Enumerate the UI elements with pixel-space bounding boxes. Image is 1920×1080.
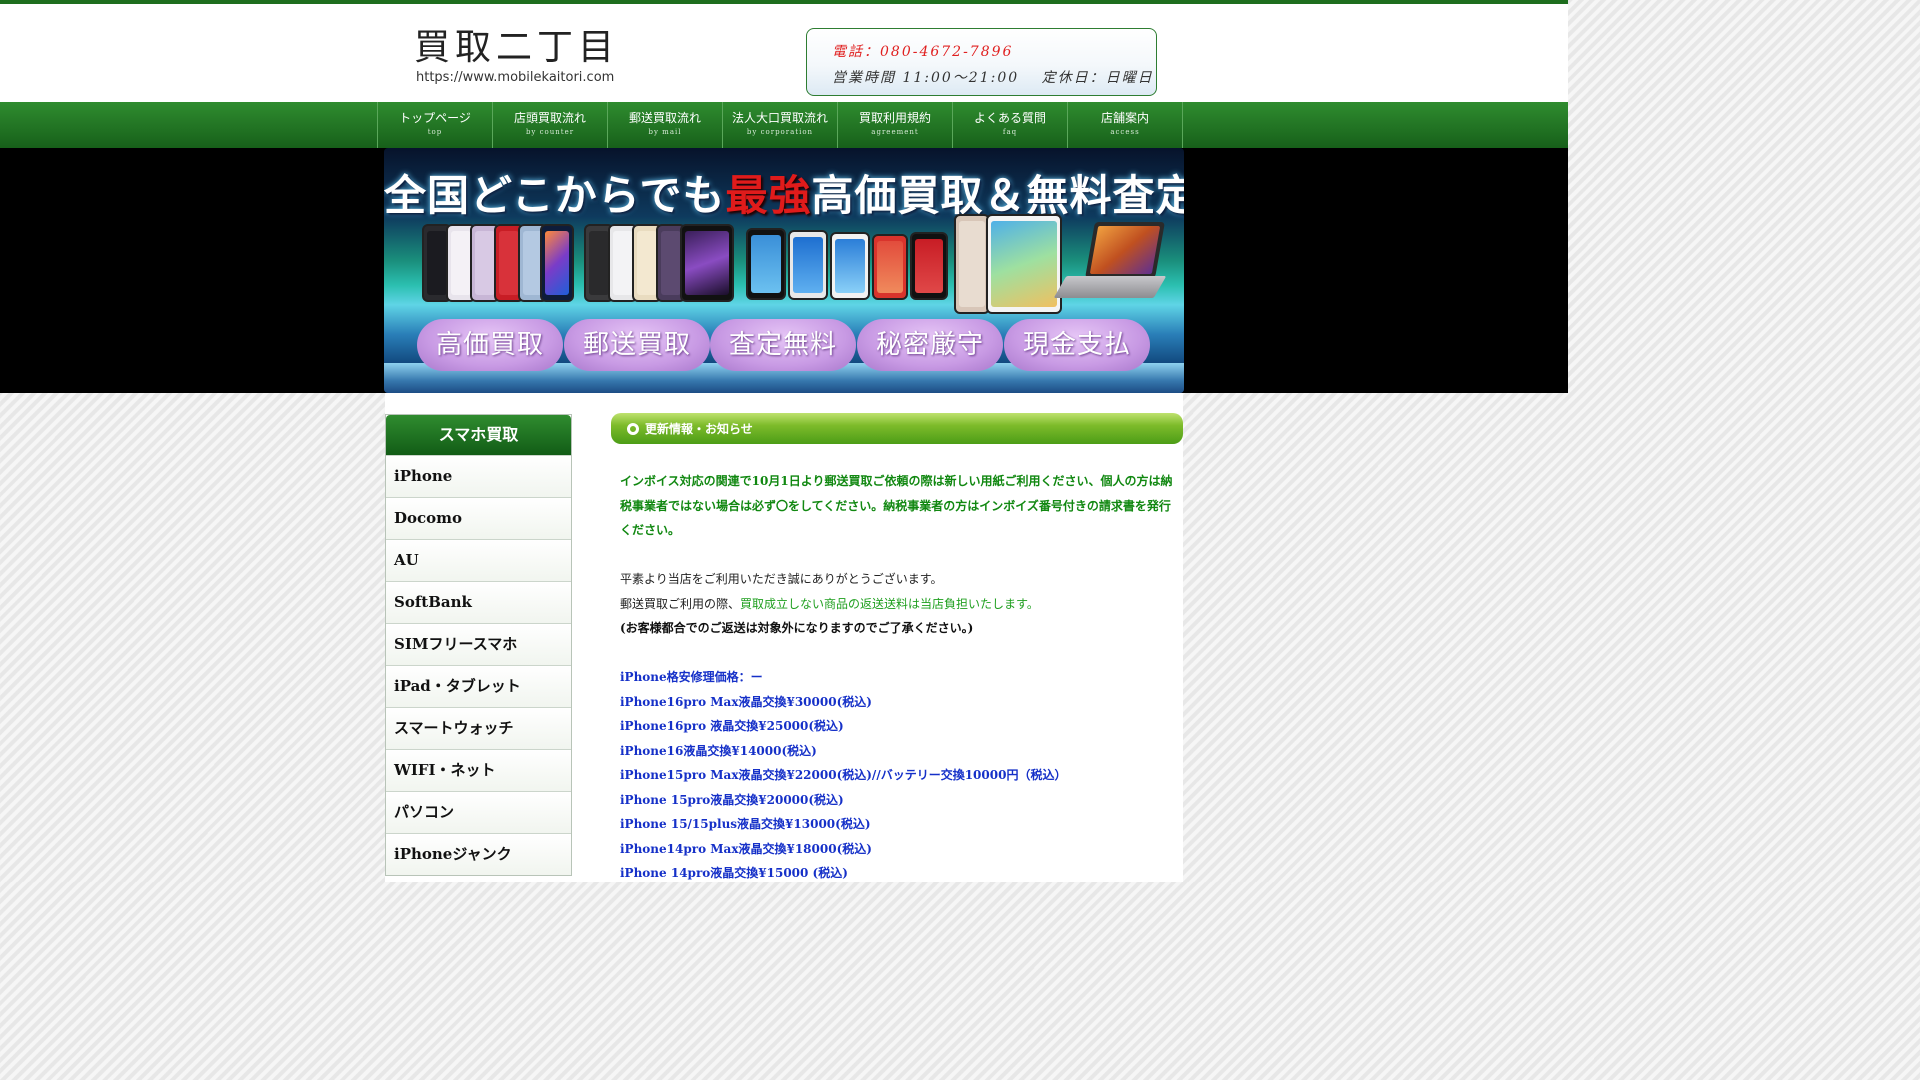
phone-image [540, 224, 574, 302]
banner-headline-highlight: 最強 [725, 171, 812, 220]
nav-item-faq[interactable]: よくある質問 faq [953, 102, 1068, 148]
tablet-image [986, 214, 1062, 314]
sidebar-item-wifi-net[interactable]: WIFI・ネット [386, 749, 571, 791]
main-navigation: トップページ top 店頭買取流れ by counter 郵送買取流れ by m… [0, 102, 1568, 148]
news-body: インボイス対応の関連で10月1日より郵送買取ご依頼の際は新しい用紙ご利用ください… [620, 469, 1175, 886]
circle-bullet-icon [627, 423, 639, 435]
news-title: 更新情報・お知らせ [645, 422, 753, 436]
sidebar-item-au[interactable]: AU [386, 539, 571, 581]
contact-box: 電話：080-4672-7896 営業時間 11:00～21:00 定休日：日曜… [806, 28, 1157, 96]
news-header: 更新情報・お知らせ [611, 413, 1183, 444]
phone-image [872, 234, 908, 300]
nav-item-access[interactable]: 店舗案内 access [1068, 102, 1183, 148]
repair-price-title: iPhone格安修理価格：ー [620, 670, 763, 684]
repair-price-item: iPhone 14pro液晶交換¥15000 (税込) [620, 866, 848, 880]
sidebar-category-menu: スマホ買取 iPhone Docomo AU SoftBank SIMフリースマ… [385, 414, 572, 876]
tablet-image [954, 214, 990, 314]
badge-free-appraisal: 査定無料 [710, 319, 856, 371]
nav-menu: トップページ top 店頭買取流れ by counter 郵送買取流れ by m… [377, 102, 1190, 148]
business-hours: 営業時間 11:00～21:00 定休日：日曜日 [832, 70, 1154, 86]
nav-sublabel: access [1110, 128, 1140, 136]
phone-image [910, 232, 948, 300]
sidebar-item-pc[interactable]: パソコン [386, 791, 571, 833]
sidebar-item-iphone[interactable]: iPhone [386, 455, 571, 497]
nav-label: よくある質問 [973, 111, 1046, 125]
site-logo[interactable]: 買取二丁目 https://www.mobilekaitori.com [414, 28, 614, 88]
nav-item-top[interactable]: トップページ top [378, 102, 493, 148]
repair-price-item: iPhone16pro 液晶交換¥25000(税込) [620, 719, 844, 733]
nav-sublabel: agreement [871, 128, 919, 136]
banner-headline-pre: 全国どこからでも [384, 171, 726, 220]
nav-item-agreement[interactable]: 買取利用規約 agreement [838, 102, 953, 148]
repair-price-item: iPhone 15pro液晶交換¥20000(税込) [620, 792, 844, 807]
mail-notice: 郵送買取ご利用の際、買取成立しない商品の返送送料は当店負担いたします。 [620, 592, 1175, 617]
sidebar-item-docomo[interactable]: Docomo [386, 497, 571, 539]
phone-image [746, 228, 786, 300]
banner-headline-post: 高価買取＆無料査定 [811, 171, 1185, 220]
nav-label: トップページ [399, 111, 471, 125]
badge-high-price: 高価買取 [417, 319, 563, 371]
sidebar-item-ipad-tablet[interactable]: iPad・タブレット [386, 665, 571, 707]
badge-confidential: 秘密厳守 [857, 319, 1003, 371]
nav-sublabel: faq [1002, 128, 1018, 136]
nav-item-mail[interactable]: 郵送買取流れ by mail [608, 102, 723, 148]
nav-item-counter[interactable]: 店頭買取流れ by counter [493, 102, 608, 148]
repair-price-item: iPhone16液晶交換¥14000(税込) [620, 743, 817, 758]
sidebar-item-softbank[interactable]: SoftBank [386, 581, 571, 623]
nav-item-corporation[interactable]: 法人大口買取流れ by corporation [723, 102, 838, 148]
sidebar-item-iphone-junk[interactable]: iPhoneジャンク [386, 833, 571, 875]
repair-price-item: iPhone 15/15plus液晶交換¥13000(税込) [620, 817, 871, 831]
repair-price-item: iPhone16pro Max液晶交換¥30000(税込) [620, 694, 872, 709]
repair-price-item: iPhone15pro Max液晶交換¥22000(税込)//バッテリー交換10… [620, 768, 1067, 782]
nav-sublabel: by counter [525, 128, 575, 136]
phone-image [788, 230, 828, 300]
badge-cash-payment: 現金支払 [1004, 319, 1150, 371]
nav-label: 店舗案内 [1100, 111, 1149, 125]
nav-sublabel: top [427, 128, 443, 136]
phone-image [680, 224, 734, 302]
mail-notice-highlight: 買取成立しない商品の返送送料は当店負担いたします。 [740, 596, 1039, 611]
laptop-image [1053, 222, 1170, 308]
nav-label: 買取利用規約 [858, 111, 931, 125]
sidebar-title: スマホ買取 [386, 415, 571, 455]
return-exception-note: (お客様都合でのご返送は対象外になりますのでご了承ください。) [620, 621, 974, 635]
banner-headline: 全国どこからでも最強高価買取＆無料査定 [384, 162, 1184, 223]
sidebar-item-sim-free[interactable]: SIMフリースマホ [386, 623, 571, 665]
repair-price-item: iPhone14pro Max液晶交換¥18000(税込) [620, 841, 872, 856]
nav-label: 店頭買取流れ [513, 111, 586, 125]
badge-mail-buyback: 郵送買取 [564, 319, 710, 371]
nav-label: 郵送買取流れ [628, 111, 701, 125]
hero-banner: 全国どこからでも最強高価買取＆無料査定 高価買取 郵送買取 査定無料 秘密厳守 … [384, 148, 1184, 393]
thanks-text: 平素より当店をご利用いただき誠にありがとうございます。 [620, 572, 943, 586]
phone-number[interactable]: 電話：080-4672-7896 [832, 41, 1013, 61]
nav-label: 法人大口買取流れ [731, 111, 828, 125]
nav-sublabel: by corporation [746, 128, 814, 136]
logo-url: https://www.mobilekaitori.com [416, 70, 615, 85]
nav-sublabel: by mail [648, 128, 682, 136]
mail-notice-prefix: 郵送買取ご利用の際、 [620, 596, 741, 611]
invoice-notice: インボイス対応の関連で10月1日より郵送買取ご依頼の際は新しい用紙ご利用ください… [620, 474, 1173, 537]
feature-badges: 高価買取 郵送買取 査定無料 秘密厳守 現金支払 [417, 319, 1157, 371]
sidebar-item-smartwatch[interactable]: スマートウォッチ [386, 707, 571, 749]
logo-title: 買取二丁目 [414, 27, 620, 68]
phone-image [830, 232, 870, 300]
site-header: 買取二丁目 https://www.mobilekaitori.com 電話：0… [0, 4, 1568, 102]
